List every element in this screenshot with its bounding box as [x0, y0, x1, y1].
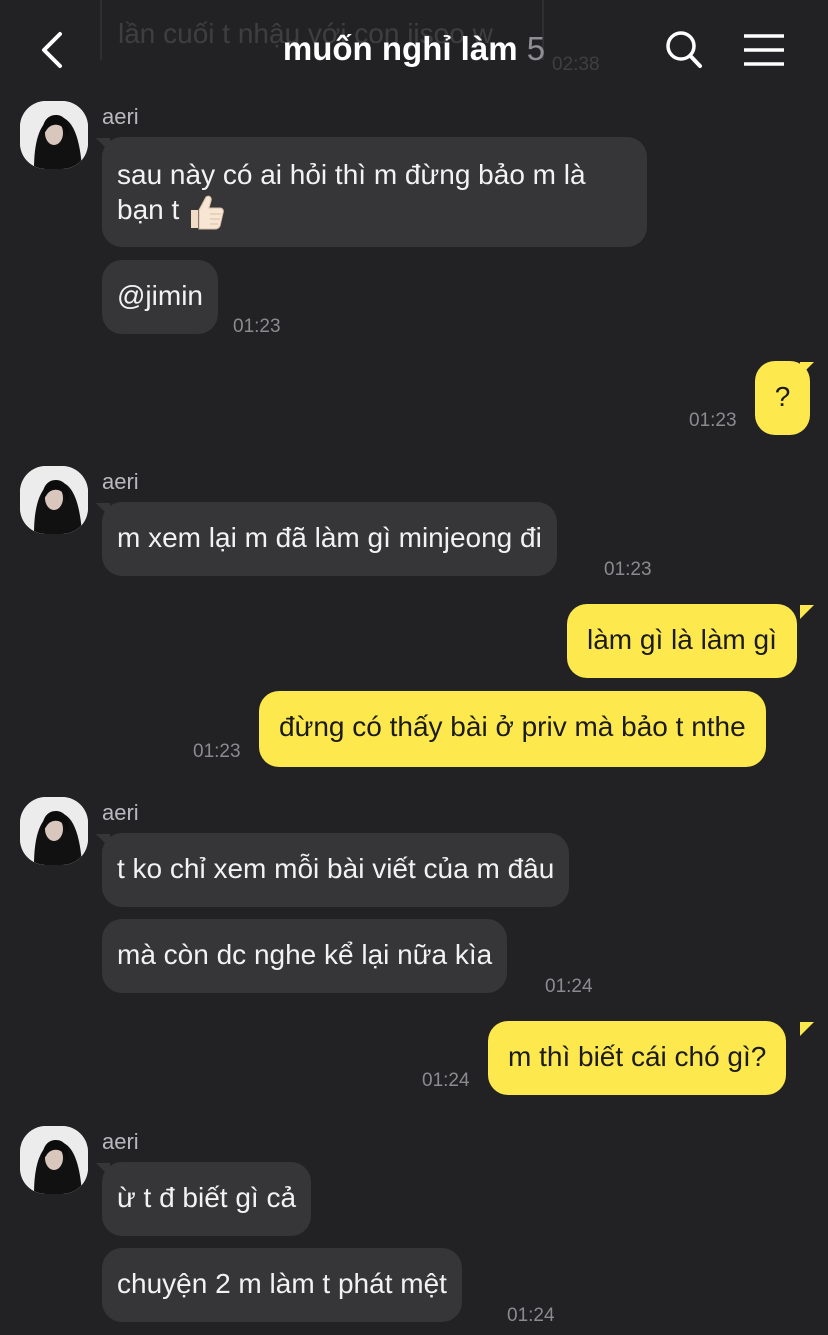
message-text: chuyện 2 m làm t phát mệt — [117, 1268, 447, 1299]
message-time: 01:24 — [422, 1070, 470, 1091]
hamburger-menu-icon — [744, 34, 784, 66]
bubble-tail — [800, 1022, 814, 1036]
avatar[interactable] — [20, 101, 88, 169]
message-text: làm gì là làm gì — [587, 624, 777, 655]
my-message-bubble[interactable]: đừng có thấy bài ở priv mà bảo t nthe — [259, 691, 766, 767]
avatar[interactable] — [20, 1126, 88, 1194]
message-text: @jimin — [117, 280, 203, 311]
message-text: đừng có thấy bài ở priv mà bảo t nthe — [279, 711, 746, 742]
message-bubble[interactable]: ừ t đ biết gì cả — [102, 1162, 312, 1236]
my-message-bubble[interactable]: m thì biết cái chó gì? — [488, 1021, 787, 1095]
message-bubble[interactable]: sau này có ai hỏi thì m đừng bảo m là bạ… — [102, 137, 647, 247]
sender-name: aeri — [102, 469, 139, 494]
search-icon — [666, 31, 702, 68]
profile-photo — [20, 101, 88, 169]
message-text: mà còn dc nghe kể lại nữa kìa — [117, 939, 493, 970]
profile-photo — [20, 797, 88, 865]
message-time: 01:23 — [604, 559, 652, 580]
bubble-tail — [800, 605, 814, 619]
message-text: m xem lại m đã làm gì minjeong đi — [117, 522, 542, 553]
message-text: ? — [774, 381, 791, 412]
message-time: 01:23 — [193, 741, 241, 762]
message-time: 01:24 — [507, 1305, 555, 1326]
sender-name: aeri — [102, 800, 139, 825]
message-bubble[interactable]: mà còn dc nghe kể lại nữa kìa — [102, 919, 508, 993]
menu-button[interactable] — [740, 26, 788, 74]
message-time: 01:24 — [545, 976, 593, 997]
message-bubble[interactable]: chuyện 2 m làm t phát mệt — [102, 1248, 462, 1322]
message-time: 01:23 — [689, 410, 737, 431]
message-bubble[interactable]: m xem lại m đã làm gì minjeong đi — [102, 502, 557, 576]
thumbs-up-icon — [191, 195, 225, 230]
member-count: 5 — [526, 30, 546, 67]
my-message-bubble[interactable]: ? — [755, 361, 810, 435]
message-bubble[interactable]: @jimin — [102, 260, 218, 334]
avatar[interactable] — [20, 797, 88, 865]
profile-photo — [20, 1126, 88, 1194]
search-button[interactable] — [660, 26, 708, 74]
chat-header: lần cuối t nhậu với con jisoo w 02:38 mu… — [0, 0, 828, 96]
profile-photo — [20, 466, 88, 534]
avatar[interactable] — [20, 466, 88, 534]
chat-room-name: muốn nghỉ làm — [282, 30, 518, 67]
message-time: 01:23 — [233, 316, 281, 337]
sender-name: aeri — [102, 104, 139, 129]
sender-name: aeri — [102, 1129, 139, 1154]
message-text: t ko chỉ xem mỗi bài viết của m đâu — [117, 853, 555, 884]
message-text: m thì biết cái chó gì? — [508, 1041, 767, 1072]
my-message-bubble[interactable]: làm gì là làm gì — [567, 604, 797, 678]
message-text: ừ t đ biết gì cả — [117, 1182, 297, 1213]
message-bubble[interactable]: t ko chỉ xem mỗi bài viết của m đâu — [102, 833, 570, 907]
